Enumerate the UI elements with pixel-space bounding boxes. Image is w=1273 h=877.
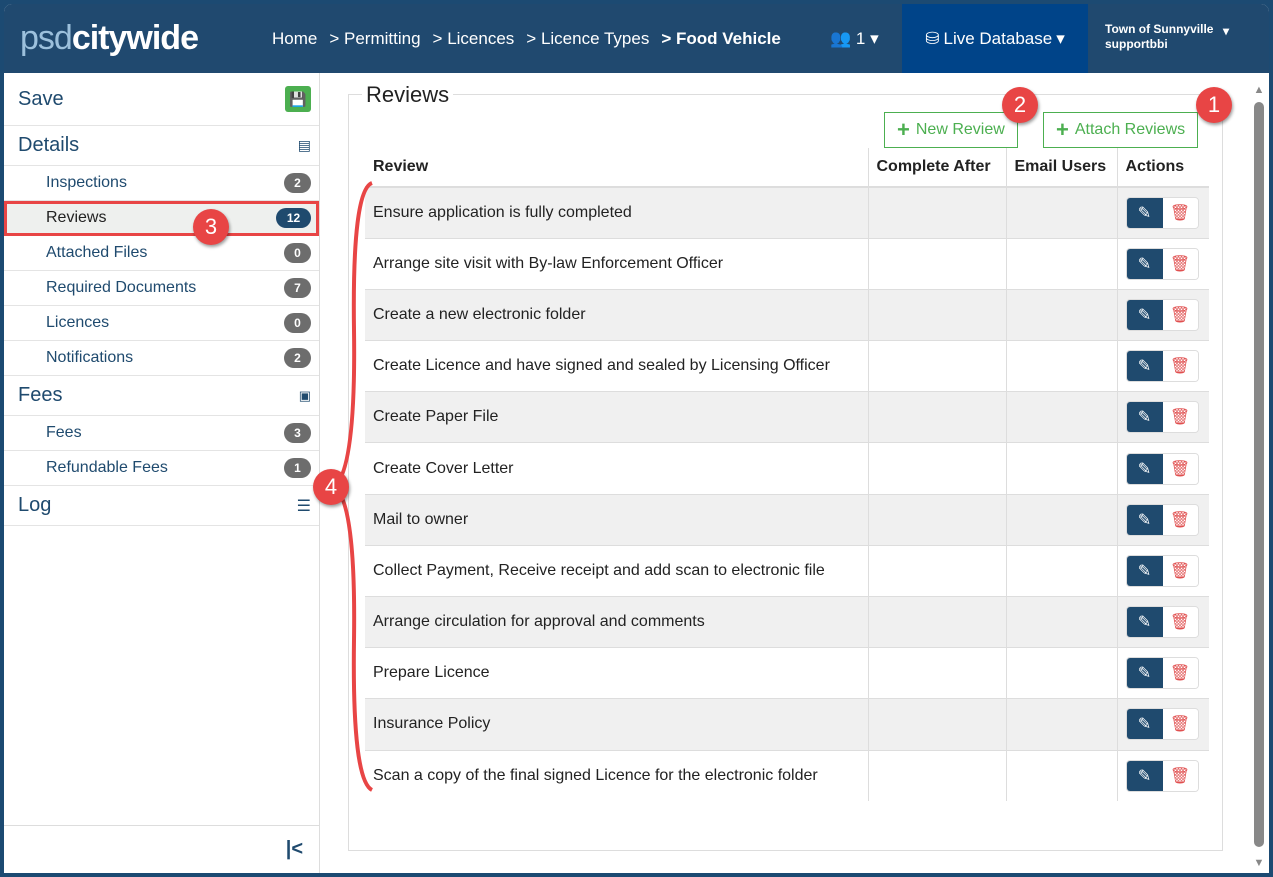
annotation-bracket — [330, 181, 374, 792]
annotation-marker: 2 — [1002, 87, 1038, 123]
annotation-marker: 4 — [313, 469, 349, 505]
annotation-marker: 1 — [1196, 87, 1232, 123]
annotation-marker: 3 — [193, 209, 229, 245]
